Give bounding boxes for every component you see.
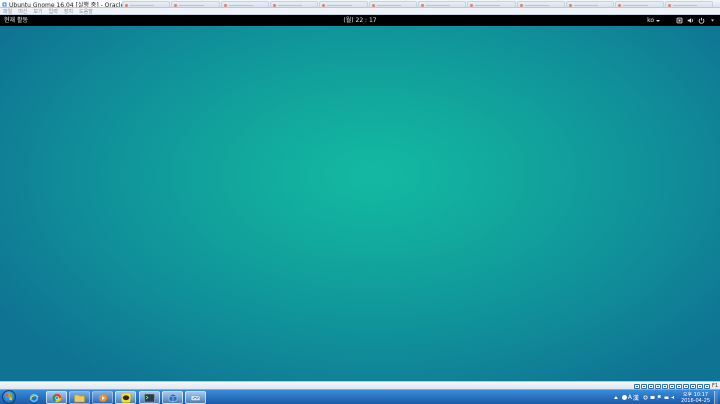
taskbar-kakaotalk[interactable] [115,391,136,404]
show-desktop-button[interactable] [714,390,718,404]
gnome-desktop[interactable] [0,26,720,381]
ime-status-icon [621,395,627,400]
keyboard-capture-icon[interactable] [703,383,710,389]
help-icon[interactable] [643,395,648,400]
ime-mode: A [627,394,632,401]
background-tab [565,1,615,7]
taskbar-chrome[interactable] [46,391,67,404]
taskbar-file-explorer[interactable] [69,391,90,404]
chevron-down-icon[interactable] [709,17,716,24]
network-status-icon[interactable] [664,395,669,400]
chrome-icon [52,393,61,402]
windows-system-tray: A 漢 오후 10:17 2016-04-25 [613,390,718,404]
background-tab [319,1,368,7]
menu-devices[interactable]: 장치 [64,8,73,15]
file-explorer-icon [74,394,85,402]
chat-icon[interactable] [650,395,655,400]
hard-disk-icon[interactable] [633,383,640,389]
input-method-indicator[interactable]: ko [647,17,654,24]
network-icon[interactable] [676,17,683,24]
chevron-down-icon [656,19,660,22]
taskbar-time: 오후 10:17 [682,391,709,398]
taskbar-terminal[interactable] [139,391,160,404]
shared-folders-icon[interactable] [668,383,675,389]
menu-help[interactable]: 도움말 [79,8,93,15]
taskbar-date: 2016-04-25 [680,397,710,404]
mouse-integration-icon[interactable] [696,383,703,389]
terminal-icon [144,393,155,402]
start-button[interactable] [2,390,16,404]
taskbar-network-drive[interactable] [185,391,206,404]
menu-file[interactable]: 파일 [3,8,12,15]
ime-indicator[interactable]: A 漢 [621,393,640,402]
taskbar-virtualbox[interactable] [162,391,183,404]
virtualbox-icon [2,2,7,6]
menu-view[interactable]: 보기 [33,8,42,15]
background-tab [122,1,171,7]
background-tab [417,1,467,7]
taskbar-clock[interactable]: 오후 10:17 2016-04-25 [681,392,710,404]
virtualbox-icon [168,393,177,402]
background-tab [368,1,417,7]
kakaotalk-icon [121,393,130,402]
system-tray: ko [647,15,716,26]
display-icon[interactable] [675,383,682,389]
taskbar-media-player[interactable] [92,391,113,404]
gnome-top-bar: 현재 활동 (월) 22 : 17 ko [0,15,720,26]
audio-icon[interactable] [647,383,654,389]
windows-taskbar: A 漢 오후 10:17 2016-04-25 [0,389,720,404]
volume-icon[interactable] [687,17,694,24]
ime-hanja: 漢 [632,395,639,402]
background-tab [220,1,269,7]
optical-drive-icon[interactable] [640,383,647,389]
show-hidden-icons-icon[interactable] [613,396,618,399]
background-tab [615,1,664,7]
volume-icon[interactable] [671,395,676,400]
cpu-icon[interactable] [689,383,696,389]
windows-logo-icon [5,393,13,401]
flag-icon[interactable] [657,395,662,400]
virtualbox-statusbar: F1 [0,381,720,389]
usb-icon[interactable] [661,383,668,389]
virtualbox-titlebar: Ubuntu Gnome 16.04 [실행 중] - Oracle VM Vi… [0,0,720,8]
background-tab [516,1,565,7]
network-adapter-icon[interactable] [654,383,661,389]
background-tab [467,1,516,7]
internet-explorer-icon [29,393,38,402]
menu-machine[interactable]: 머신 [18,8,27,15]
media-player-icon [98,393,107,402]
background-tab [171,1,220,7]
power-icon[interactable] [698,17,705,24]
clock[interactable]: (월) 22 : 17 [0,15,720,26]
taskbar-internet-explorer[interactable] [23,391,44,404]
video-capture-icon[interactable] [682,383,689,389]
network-drive-icon [190,394,201,401]
background-tabs [122,1,714,7]
background-tab [269,1,319,7]
menu-input[interactable]: 입력 [49,8,58,15]
background-tab [664,1,713,7]
virtualbox-menubar: 파일 머신 보기 입력 장치 도움말 [0,8,720,15]
